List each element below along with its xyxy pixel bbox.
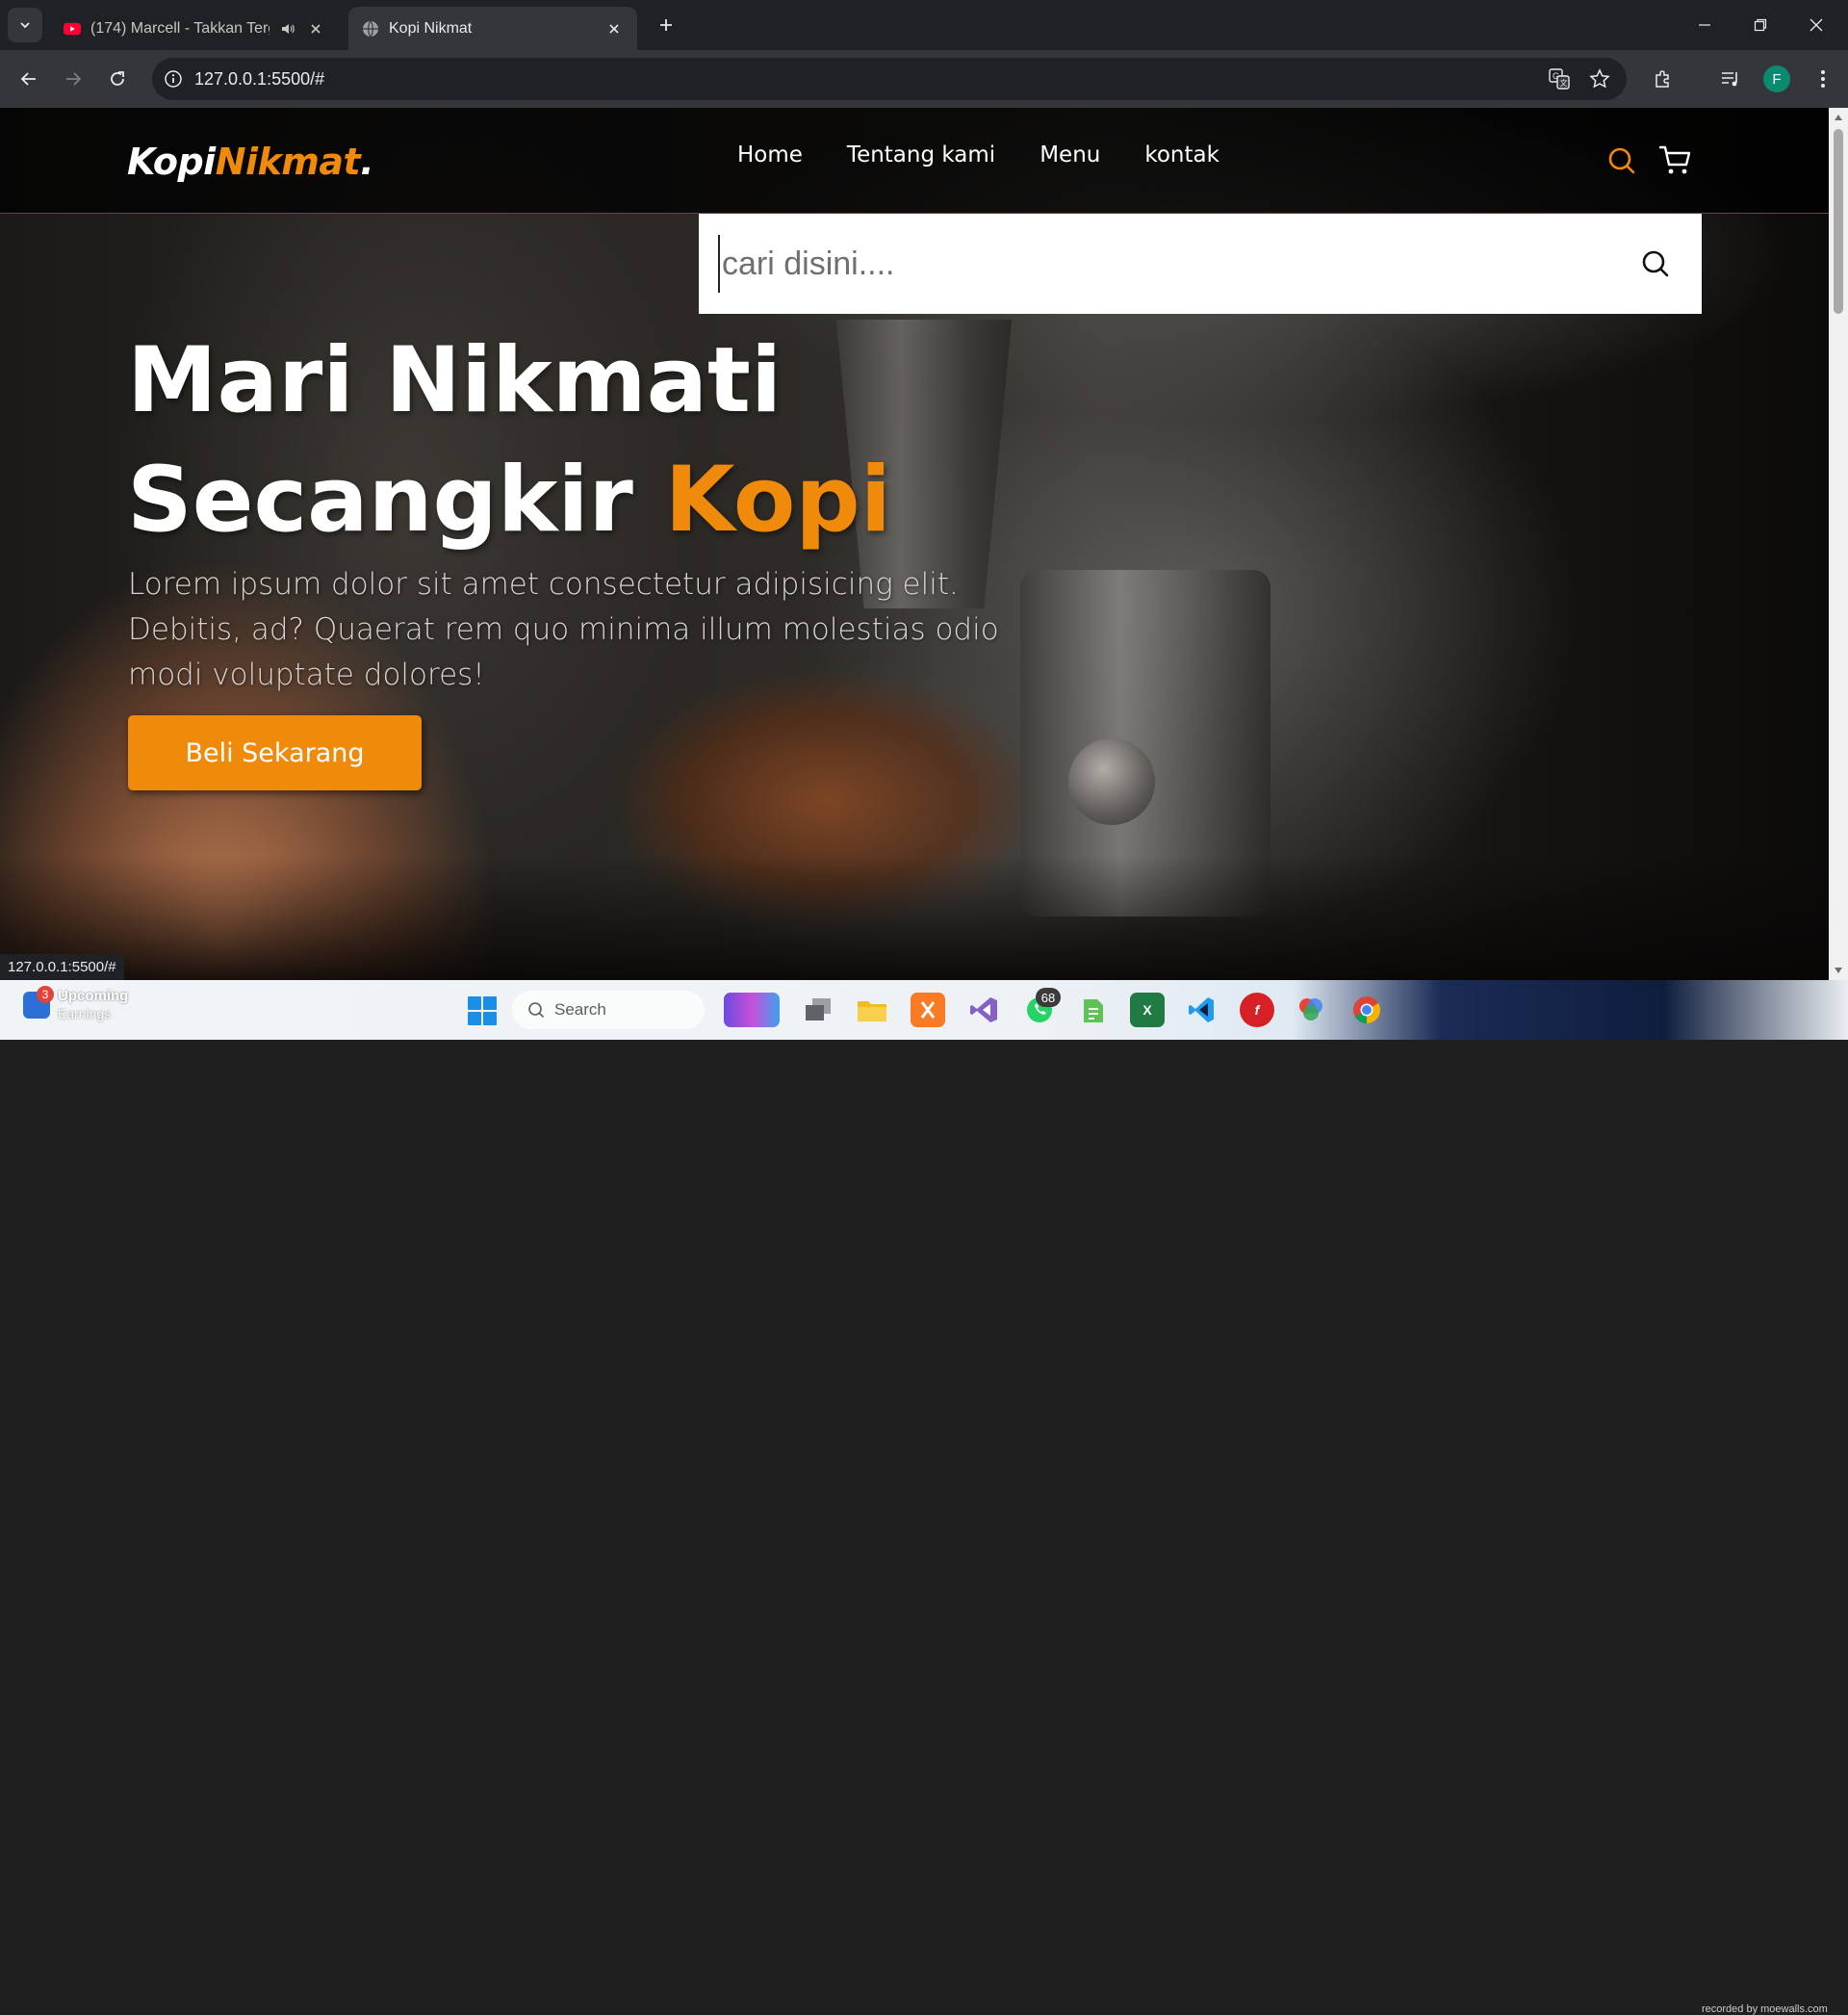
status-bar-url: 127.0.0.1:5500/# [0,954,124,980]
hero-bottom-fade [0,855,1829,980]
media-controls-icon[interactable] [1719,67,1742,90]
browser-toolbar: 127.0.0.1:5500/# G文 F [0,50,1848,108]
svg-text:文: 文 [1560,78,1568,88]
bookmark-star-icon[interactable] [1588,67,1611,90]
search-submit-icon[interactable] [1638,246,1673,281]
photos-icon[interactable] [1294,993,1328,1027]
forward-button[interactable] [56,62,90,96]
search-form [699,214,1702,314]
tab-kopi-nikmat[interactable]: Kopi Nikmat [348,7,637,50]
scroll-down-arrow-icon[interactable] [1833,965,1844,976]
widgets-icon: 3 [23,986,54,1019]
back-button[interactable] [12,62,46,96]
tab-title: Kopi Nikmat [389,19,473,37]
plus-icon [660,19,672,31]
speaker-icon[interactable] [279,20,296,38]
profile-avatar[interactable]: F [1763,65,1790,92]
logo-part-nikmat: Nikmat [215,141,361,183]
minimize-button[interactable] [1677,0,1732,50]
logo-part-kopi: Kopi [127,141,216,183]
logo-dot: . [360,141,374,183]
chrome-icon[interactable] [1349,993,1384,1027]
hero-title-line2-a: Secangkir [127,448,633,553]
close-icon [1810,18,1823,32]
hero-description: Lorem ipsum dolor sit amet consectetur a… [128,567,999,692]
address-bar[interactable]: 127.0.0.1:5500/# [152,58,1627,100]
nav-link-tentang-kami[interactable]: Tentang kami [847,142,995,168]
taskbar-search-text: Search [554,1000,606,1019]
taskbar-search[interactable]: Search [512,991,705,1029]
minimize-icon [1699,24,1710,26]
arrow-left-icon [20,72,36,86]
arrow-right-icon [66,72,82,86]
chevron-down-icon [20,22,30,29]
tab-youtube[interactable]: (174) Marcell - Takkan Terga [50,7,339,50]
extensions-icon[interactable] [1652,67,1675,90]
xampp-icon[interactable] [911,993,945,1027]
kebab-menu-icon[interactable] [1811,67,1835,90]
new-tab-button[interactable] [653,12,680,39]
tab-title: (174) Marcell - Takkan Terga [90,19,270,37]
search-icon [528,1002,545,1019]
translate-icon[interactable]: G文 [1548,67,1571,90]
nav-link-kontak[interactable]: kontak [1144,142,1219,168]
scrollbar-thumb[interactable] [1834,129,1843,314]
close-tab-icon[interactable] [604,19,624,39]
task-view-icon[interactable] [801,993,835,1027]
flash-icon[interactable]: f [1240,993,1274,1027]
whatsapp-unread-badge: 68 [1036,988,1061,1007]
reload-icon [111,71,124,86]
copilot-icon[interactable] [724,993,780,1027]
tab-search-button[interactable] [8,8,42,42]
nav-link-home[interactable]: Home [737,142,803,168]
nav-links: Home Tentang kami Menu kontak [737,142,1264,168]
scroll-up-arrow-icon[interactable] [1833,112,1844,123]
search-input[interactable] [718,235,1623,293]
restore-icon [1754,18,1767,32]
windows-start-icon[interactable] [468,996,497,1025]
site-logo[interactable]: KopiNikmat. [127,141,374,183]
windows-taskbar: 3 Upcoming Earnings Search X f recorded [0,980,1848,2015]
vscode-icon[interactable] [1184,993,1219,1027]
youtube-icon [64,20,81,38]
page-viewport: KopiNikmat. Home Tentang kami Menu konta… [0,108,1829,980]
globe-icon [362,20,379,38]
site-info-icon[interactable] [152,58,194,100]
close-window-button[interactable] [1788,0,1844,50]
hero-title-line2-b: Kopi [664,448,891,553]
widget-title: Upcoming [58,988,129,1004]
nav-link-menu[interactable]: Menu [1040,142,1100,168]
excel-icon[interactable]: X [1130,993,1165,1027]
notepad-icon[interactable] [1076,993,1111,1027]
shopping-cart-icon[interactable] [1659,144,1692,177]
hero-title: Mari Nikmati Secangkir Kopi [127,322,891,560]
restore-button[interactable] [1732,0,1788,50]
hero-photo-knob [1068,738,1155,825]
recording-watermark: recorded by moewalls.com [1702,2003,1828,2015]
widget-badge: 3 [37,986,54,1003]
search-icon[interactable] [1605,144,1638,177]
page-scrollbar[interactable] [1829,108,1848,980]
tab-strip: (174) Marcell - Takkan Terga Kopi Nikmat [0,0,1848,50]
url-text: 127.0.0.1:5500/# [194,68,325,89]
beli-sekarang-button[interactable]: Beli Sekarang [128,715,422,790]
reload-button[interactable] [100,62,135,96]
hero-title-line1: Mari Nikmati [127,328,783,433]
weather-widget[interactable]: 3 Upcoming Earnings [23,986,129,1022]
widget-subtitle: Earnings [58,1006,112,1021]
visual-studio-icon[interactable] [966,993,1001,1027]
site-navbar: KopiNikmat. Home Tentang kami Menu konta… [0,108,1829,214]
file-explorer-icon[interactable] [855,993,889,1027]
close-tab-icon[interactable] [306,19,325,39]
